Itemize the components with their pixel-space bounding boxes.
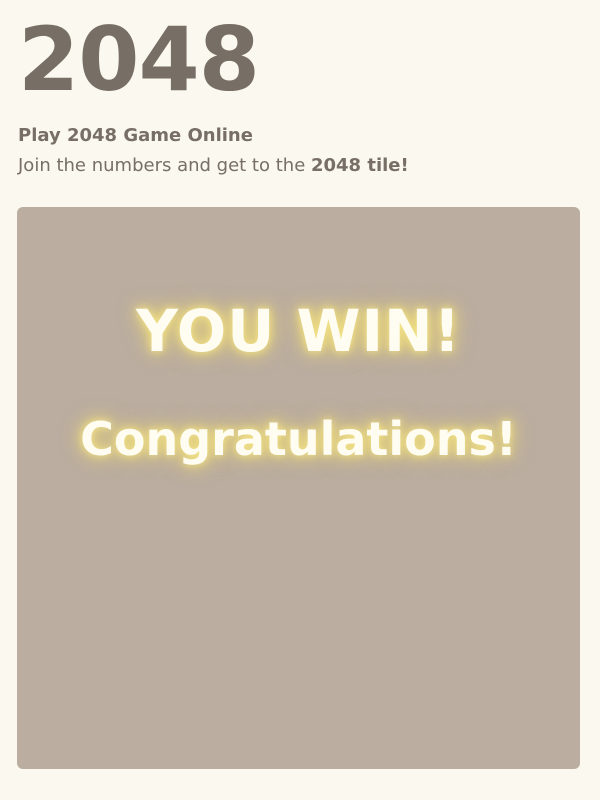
game-intro-goal: 2048 tile! <box>310 155 409 176</box>
game-intro-text: Join the numbers and get to the <box>18 155 311 176</box>
game-subtitle: Play 2048 Game Online <box>18 125 253 146</box>
page: 2048 Play 2048 Game Online Join the numb… <box>0 0 600 800</box>
win-congratulations: Congratulations! <box>80 412 517 466</box>
game-title: 2048 <box>18 8 260 111</box>
game-intro: Join the numbers and get to the 2048 til… <box>18 154 409 178</box>
game-board[interactable]: YOU WIN! Congratulations! <box>17 207 580 769</box>
win-message: YOU WIN! <box>135 297 462 365</box>
win-overlay: YOU WIN! Congratulations! <box>17 207 580 769</box>
